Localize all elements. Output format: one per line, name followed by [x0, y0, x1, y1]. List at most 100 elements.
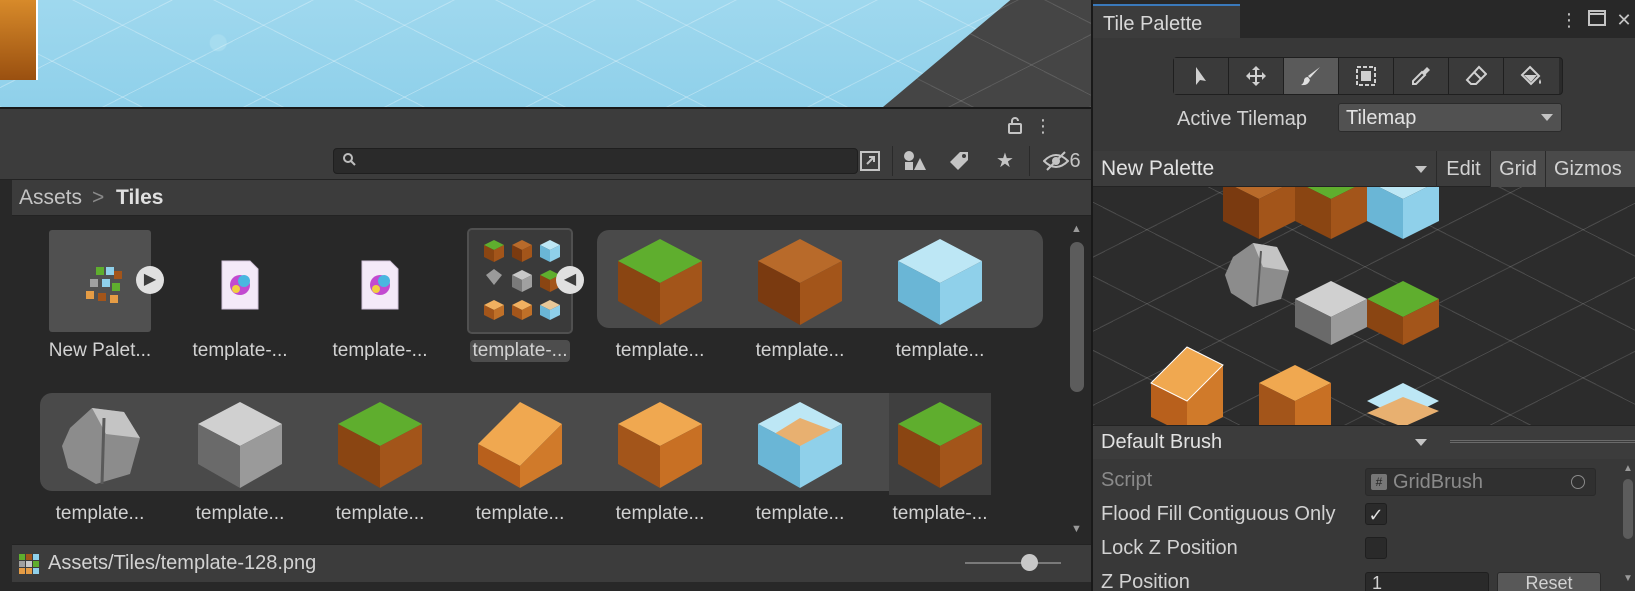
asset-label: template-... [892, 503, 988, 524]
active-tilemap-value: Tilemap [1346, 107, 1417, 129]
lock-icon[interactable] [1004, 115, 1026, 137]
paintbrush-icon [1301, 67, 1320, 86]
palette-toolbar: New Palette Edit Grid Gizmos [1093, 151, 1635, 187]
asset-label: template... [195, 503, 285, 524]
arrow-pointer-icon [1196, 67, 1206, 85]
hidden-packages-toggle[interactable]: 6 [1034, 146, 1090, 176]
asset-label: template... [55, 503, 145, 524]
palette-tile-dirt[interactable] [1223, 187, 1295, 239]
box-fill-tool-button[interactable] [1339, 58, 1394, 94]
tile-palette-tabbar: Tile Palette ⋮ ✕ [1093, 0, 1635, 38]
scroll-down-arrow-icon[interactable]: ▼ [1623, 573, 1633, 584]
maximize-icon[interactable] [1586, 9, 1608, 31]
tile-asset-icon [329, 230, 431, 332]
stone-cube-thumbnail [189, 393, 291, 495]
script-value: GridBrush [1393, 471, 1484, 493]
expand-arrow-button[interactable]: ▶ [136, 266, 164, 294]
palette-name: New Palette [1101, 157, 1215, 180]
scrollbar-thumb[interactable] [1623, 479, 1633, 539]
asset-label: template... [615, 340, 705, 361]
brush-name: Default Brush [1101, 431, 1223, 453]
status-bar: Assets/Tiles/template-128.png [12, 544, 1091, 582]
eraser-icon [1465, 65, 1487, 85]
asset-label: template-... [470, 340, 570, 362]
scroll-down-arrow-icon[interactable]: ▼ [1071, 523, 1082, 535]
palette-tile-sand[interactable] [1259, 365, 1331, 425]
breadcrumb-assets[interactable]: Assets [19, 186, 82, 210]
gizmos-toggle-button[interactable]: Gizmos [1545, 151, 1635, 187]
grid-toggle-button[interactable]: Grid [1490, 151, 1545, 187]
project-scrollbar[interactable]: ▲ ▼ [1064, 217, 1091, 544]
project-panel: ⋮ ★ 6 Assets > Tiles New Palet... ▶ temp… [0, 107, 1091, 591]
ice-cube-thumbnail [889, 230, 991, 332]
open-search-window-button[interactable] [851, 146, 889, 176]
paint-brush-tool-button[interactable] [1284, 58, 1339, 94]
palette-canvas[interactable] [1093, 187, 1635, 425]
palette-tile-grass[interactable] [1367, 281, 1439, 345]
asset-label: template... [615, 503, 705, 524]
grass-cube-thumbnail [609, 230, 711, 332]
asset-label: template... [475, 503, 565, 524]
zoom-slider-handle[interactable] [1021, 554, 1038, 571]
brush-selector[interactable]: Default Brush [1093, 425, 1635, 459]
inspector-scrollbar[interactable]: ▲ ▼ [1619, 459, 1635, 591]
grass-cube-thumbnail [329, 393, 431, 495]
filter-by-type-icon[interactable] [895, 146, 933, 176]
palette-tile-grass[interactable] [1295, 187, 1367, 239]
rock-thumbnail [49, 393, 151, 495]
eye-slash-icon [1043, 151, 1070, 171]
scene-view[interactable] [0, 0, 1091, 107]
flood-fill-tool-button[interactable] [1504, 58, 1559, 94]
close-icon[interactable]: ✕ [1613, 9, 1635, 31]
tab-tile-palette[interactable]: Tile Palette [1093, 4, 1240, 38]
scrollbar-thumb[interactable] [1070, 242, 1084, 392]
palette-tile-stone[interactable] [1295, 281, 1367, 345]
picker-tool-button[interactable] [1394, 58, 1449, 94]
asset-label: template... [755, 503, 845, 524]
reset-button[interactable]: Reset [1497, 572, 1601, 591]
edit-palette-button[interactable]: Edit [1436, 151, 1490, 187]
palette-tile-ice[interactable] [1367, 187, 1439, 239]
palette-tile-ice-sand[interactable] [1367, 383, 1439, 425]
search-field[interactable] [333, 148, 858, 174]
asset-grid: New Palet... ▶ template-... template-... [12, 217, 1064, 544]
favorite-star-icon[interactable]: ★ [986, 146, 1024, 176]
asset-label: template... [335, 503, 425, 524]
chevron-down-icon [1415, 166, 1427, 173]
search-icon [342, 152, 356, 169]
kebab-menu-icon[interactable]: ⋮ [1032, 115, 1054, 137]
zoom-slider-track[interactable] [965, 562, 1061, 564]
move-tool-button[interactable] [1229, 58, 1284, 94]
object-picker-icon[interactable] [1571, 475, 1585, 489]
flood-fill-label: Flood Fill Contiguous Only [1101, 503, 1336, 525]
palette-tile-sand-slope[interactable] [1150, 346, 1224, 425]
select-tool-button[interactable] [1174, 58, 1229, 94]
active-tilemap-label: Active Tilemap [1177, 108, 1308, 130]
lock-z-label: Lock Z Position [1101, 537, 1238, 559]
texture-file-icon [19, 554, 39, 574]
breadcrumb-tiles[interactable]: Tiles [116, 186, 163, 210]
tool-strip [1173, 57, 1563, 95]
scroll-up-arrow-icon[interactable]: ▲ [1623, 463, 1633, 474]
collapse-arrow-button[interactable]: ◀ [556, 266, 584, 294]
search-input[interactable] [364, 151, 844, 171]
hidden-count: 6 [1069, 150, 1081, 172]
script-icon: # [1371, 474, 1387, 490]
asset-label: template... [755, 340, 845, 361]
palette-dropdown[interactable]: New Palette [1093, 151, 1436, 187]
asset-label: New Palet... [48, 340, 152, 361]
kebab-menu-icon[interactable]: ⋮ [1558, 9, 1580, 31]
box-fill-icon [1356, 66, 1376, 86]
splitter-handle[interactable] [1450, 440, 1635, 443]
move-arrows-icon [1246, 66, 1266, 86]
palette-tile-rock[interactable] [1225, 243, 1289, 307]
z-position-input[interactable]: 1 [1365, 572, 1489, 591]
chevron-down-icon [1415, 439, 1427, 446]
flood-fill-checkbox[interactable]: ✓ [1365, 503, 1387, 525]
active-tilemap-dropdown[interactable]: Tilemap [1338, 103, 1562, 132]
eraser-tool-button[interactable] [1449, 58, 1504, 94]
scroll-up-arrow-icon[interactable]: ▲ [1071, 223, 1082, 235]
lock-z-checkbox[interactable] [1365, 537, 1387, 559]
filter-by-label-icon[interactable] [940, 146, 978, 176]
selected-asset-path: Assets/Tiles/template-128.png [48, 552, 317, 574]
